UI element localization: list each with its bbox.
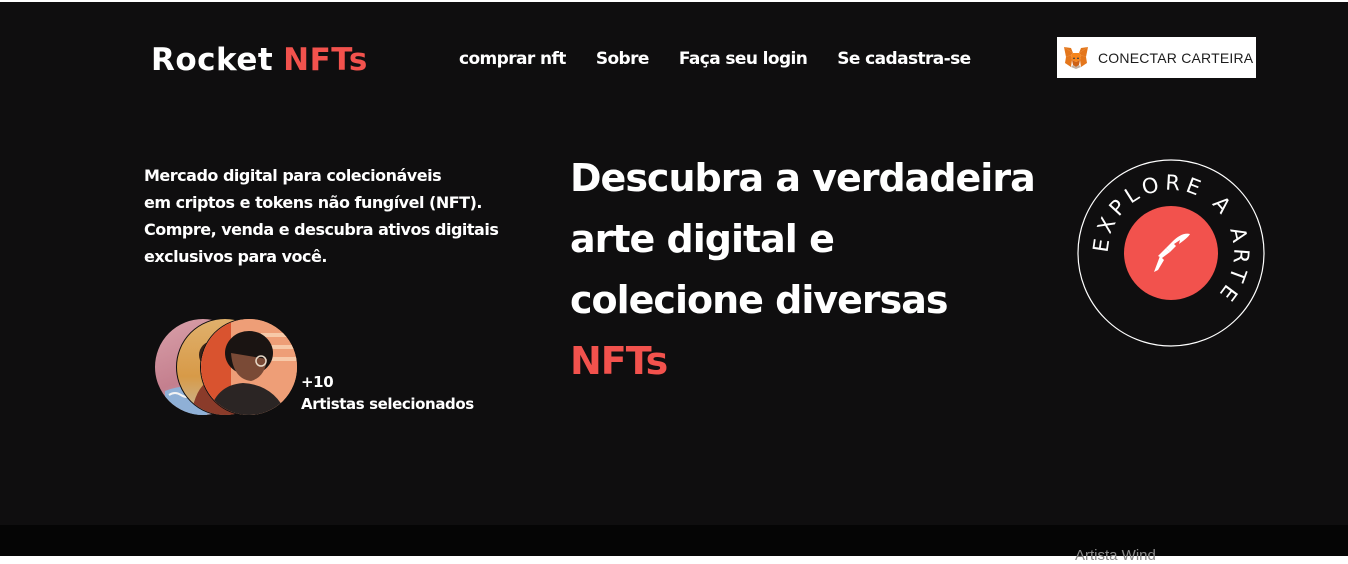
main-nav: comprar nft Sobre Faça seu login Se cada… bbox=[459, 49, 971, 69]
logo-text-primary: Rocket bbox=[151, 42, 274, 78]
nav-comprar-nft[interactable]: comprar nft bbox=[459, 49, 566, 69]
nav-login[interactable]: Faça seu login bbox=[679, 49, 808, 69]
artists-stat: +10 Artistas selecionados bbox=[301, 371, 474, 415]
description-line: exclusivos para você. bbox=[144, 247, 327, 266]
artist-avatars bbox=[154, 318, 304, 418]
description-line: Mercado digital para colecionáveis bbox=[144, 166, 442, 185]
headline-line: Descubra a verdadeira bbox=[570, 156, 1036, 200]
nav-cadastro[interactable]: Se cadastra-se bbox=[837, 49, 971, 69]
page: Rocket NFTs comprar nft Sobre Faça seu lo… bbox=[0, 2, 1348, 525]
description-line: em criptos e tokens não fungível (NFT). bbox=[144, 193, 482, 212]
avatar bbox=[200, 318, 298, 416]
nav-sobre[interactable]: Sobre bbox=[596, 49, 650, 69]
headline-line: colecione diversas bbox=[570, 278, 949, 322]
hero-headline: Descubra a verdadeira arte digital e col… bbox=[570, 148, 1070, 392]
description-line: Compre, venda e descubra ativos digitais bbox=[144, 220, 499, 239]
explore-badge[interactable]: EXPLORE A ARTE bbox=[1076, 158, 1266, 348]
artists-label: Artistas selecionados bbox=[301, 395, 474, 413]
footer-strip: Artista Wind bbox=[0, 525, 1348, 564]
headline-line: arte digital e bbox=[570, 217, 835, 261]
connect-wallet-label: CONECTAR CARTEIRA bbox=[1098, 49, 1254, 66]
hero-description: Mercado digital para colecionáveis em cr… bbox=[144, 162, 554, 270]
headline-accent: NFTs bbox=[570, 339, 668, 383]
logo[interactable]: Rocket NFTs bbox=[151, 42, 368, 78]
connect-wallet-button[interactable]: CONECTAR CARTEIRA bbox=[1057, 37, 1256, 78]
artists-count: +10 bbox=[301, 373, 334, 391]
logo-text-accent: NFTs bbox=[283, 42, 368, 78]
avatar-portrait-icon bbox=[201, 319, 297, 415]
metamask-fox-icon bbox=[1064, 46, 1088, 69]
